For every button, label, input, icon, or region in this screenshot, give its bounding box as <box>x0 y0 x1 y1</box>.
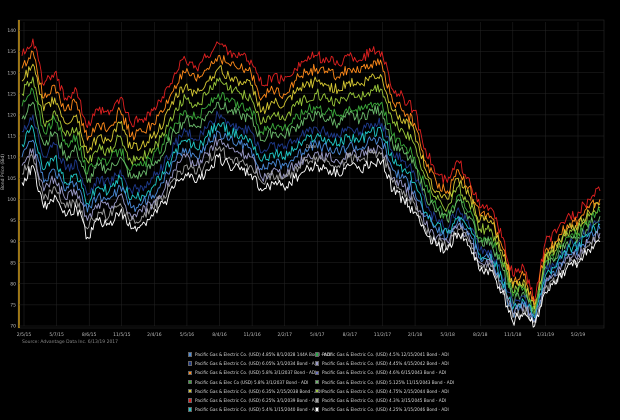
x-tick-label: 2/1/18 <box>408 332 423 338</box>
y-tick-label: 80 <box>10 281 16 287</box>
legend-swatch <box>188 361 193 366</box>
y-tick-label: 105 <box>7 176 16 182</box>
legend-swatch <box>188 370 193 375</box>
x-tick-label: 2/5/15 <box>17 332 32 338</box>
legend-column-right: Pacific Gas & Electric Co. (USD) 4.5% 12… <box>315 350 454 414</box>
y-tick-label: 120 <box>7 112 16 118</box>
legend-item: Pacific Gas & Electric Co. (USD) 6.35% 2… <box>188 387 322 396</box>
y-tick-label: 110 <box>7 155 16 161</box>
legend-item: Pacific Gas & Electric Co. (USD) 4.6% 6/… <box>315 368 447 377</box>
legend-item: Pacific Gas & Electric Co. (USD) 4.3% 3/… <box>315 396 447 405</box>
y-tick-label: 140 <box>7 28 16 34</box>
legend-item: Pacific Gas & Electric Co. (USD) 4.5% 12… <box>315 350 449 359</box>
legend-label: Pacific Gas & Electric Co. (USD) 4.85% 8… <box>195 352 332 357</box>
legend-swatch <box>315 388 320 394</box>
legend-label: Pacific Gas & Electric Co. (USD) 6.35% 2… <box>195 388 322 394</box>
legend-swatch <box>188 388 193 394</box>
legend-swatch <box>315 352 320 357</box>
x-tick-label: 2/2/17 <box>277 332 292 338</box>
y-tick-label: 95 <box>10 218 16 224</box>
legend-item: Pacific Gas & Electric Co. (USD) 5.4% 1/… <box>188 405 320 414</box>
legend-label: Pacific Gas & Electric Co. (USD) 6.25% 3… <box>195 397 320 403</box>
x-tick-label: 8/3/17 <box>343 332 358 338</box>
x-tick-label: 11/2/17 <box>374 332 391 338</box>
x-tick-label: 5/5/16 <box>180 332 195 338</box>
legend-label: Pacific Gas & Electric Co. (USD) 4.3% 3/… <box>322 397 447 403</box>
legend-swatch <box>188 352 193 357</box>
x-tick-label: 5/4/17 <box>310 332 325 338</box>
legend-swatch <box>315 379 320 385</box>
x-tick-labels: 2/5/15 5/7/15 8/6/15 11/5/15 2/4/16 5/5/16 8/4… <box>17 332 586 338</box>
x-axis-label: Date <box>306 144 317 150</box>
legend-swatch <box>188 407 193 412</box>
legend-swatch <box>315 407 320 412</box>
y-axis-label: Bond Price (Bid) <box>0 154 6 190</box>
y-tick-label: 70 <box>10 324 16 330</box>
x-tick-label: 11/3/16 <box>243 332 260 338</box>
legend-label: Pacific Gas & Electric Co. (USD) 4.25% 3… <box>322 407 449 413</box>
x-tick-label: 11/1/18 <box>504 332 521 338</box>
legend-item: Pacific Gas & Electric Co. (USD) 5.8% 3/… <box>188 368 318 377</box>
chart-screen: { "chart_data": { "type": "line", "title… <box>0 0 620 420</box>
y-tick-label: 75 <box>10 302 16 308</box>
legend-label: Pacific Gas & Electric Co. (USD) 6.05% 3… <box>195 361 320 367</box>
line-chart: 707580859095100105110115120125130135140 … <box>0 19 605 338</box>
legend-swatch <box>315 398 320 403</box>
legend-item: Pacific Gas & Electric Co. (USD) 6.05% 3… <box>188 359 320 368</box>
legend-label: Pacific Gas & Electric Co. (USD) 4.5% 12… <box>322 352 449 357</box>
legend-label: Pacific Gas & Elec Co (USD) 5.8% 3/1/203… <box>195 379 309 385</box>
legend-label: Pacific Gas & Electric Co. (USD) 4.45% 4… <box>322 361 449 367</box>
x-tick-label: 5/2/19 <box>571 332 586 338</box>
y-tick-label: 130 <box>7 70 16 76</box>
x-tick-label: 11/5/15 <box>113 332 130 338</box>
legend-label: Pacific Gas & Electric Co. (USD) 5.8% 3/… <box>195 370 317 376</box>
y-tick-label: 125 <box>7 91 16 97</box>
x-tick-label: 5/7/15 <box>49 332 64 338</box>
legend-item: Pacific Gas & Electric Co. (USD) 4.25% 3… <box>315 405 449 414</box>
legend-item: Pacific Gas & Electric Co. (USD) 4.75% 2… <box>315 387 449 396</box>
x-tick-label: 2/4/16 <box>147 332 162 338</box>
legend-label: Pacific Gas & Electric Co. (USD) 4.6% 6/… <box>322 370 447 376</box>
legend-label: Pacific Gas & Electric Co. (USD) 5.4% 1/… <box>195 407 320 413</box>
y-tick-label: 90 <box>10 239 16 245</box>
x-tick-label: 5/3/18 <box>440 332 455 338</box>
legend-column-left: Pacific Gas & Electric Co. (USD) 4.85% 8… <box>188 350 331 414</box>
y-tick-label: 135 <box>7 49 16 55</box>
legend-item: Pacific Gas & Electric Co. (USD) 5.125% … <box>315 378 454 387</box>
y-tick-label: 115 <box>7 134 16 140</box>
legend-swatch <box>315 370 320 375</box>
x-tick-label: 1/31/19 <box>537 332 554 338</box>
source-note: Source: Advantage Data Inc. 6/13/19 2017 <box>22 340 119 345</box>
y-tick-labels: 70 75 80 85 90 95 100 105 110 115 120 125 130 135 140 <box>7 28 16 330</box>
legend-swatch <box>188 379 193 385</box>
legend-item: Pacific Gas & Electric Co. (USD) 4.45% 4… <box>315 359 449 368</box>
x-tick-label: 8/2/18 <box>473 332 488 338</box>
y-tick-label: 85 <box>10 260 16 266</box>
legend-item: Pacific Gas & Electric Co. (USD) 4.85% 8… <box>188 350 331 359</box>
legend-label: Pacific Gas & Electric Co. (USD) 4.75% 2… <box>322 388 449 394</box>
x-tick-label: 8/4/16 <box>212 332 227 338</box>
legend-item: Pacific Gas & Elec Co (USD) 5.8% 3/1/203… <box>188 378 318 387</box>
y-tick-label: 100 <box>7 197 16 203</box>
legend-swatch <box>315 361 320 366</box>
legend-swatch <box>188 398 193 403</box>
x-tick-label: 8/6/15 <box>82 332 97 338</box>
legend-label: Pacific Gas & Electric Co. (USD) 5.125% … <box>322 379 455 385</box>
legend-item: Pacific Gas & Electric Co. (USD) 6.25% 3… <box>188 396 320 405</box>
